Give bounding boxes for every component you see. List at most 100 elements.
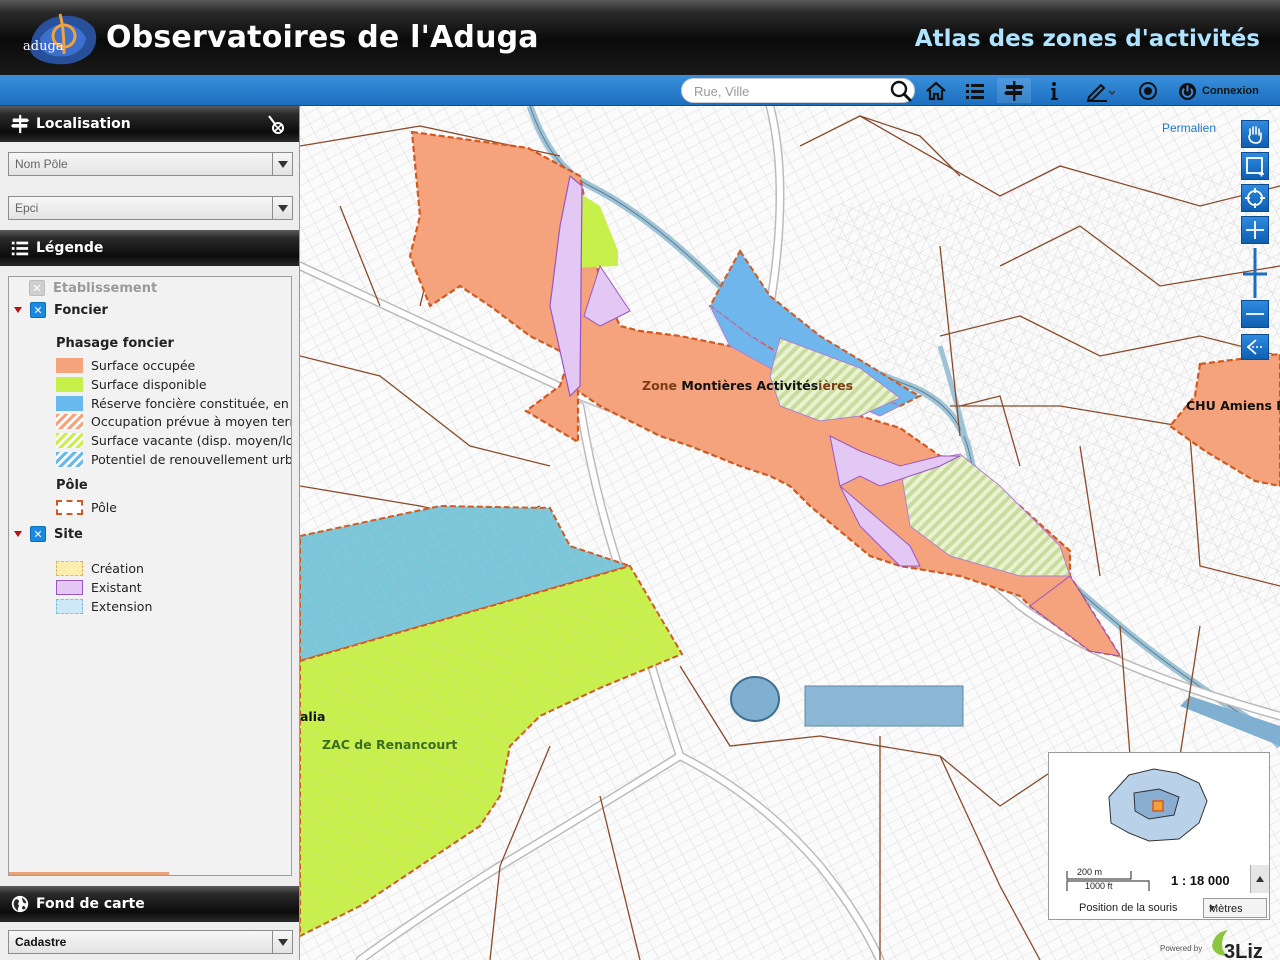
search-input[interactable] — [694, 83, 884, 100]
group-checkbox[interactable]: ✕ — [30, 302, 46, 318]
previous-extent-button[interactable] — [1241, 334, 1269, 360]
home-button[interactable] — [919, 78, 953, 103]
minus-icon — [1246, 313, 1264, 315]
legend-heading: Pôle — [56, 477, 88, 493]
group-site[interactable]: ✕ Site — [14, 524, 83, 544]
swatch-creation — [56, 560, 83, 576]
overview-thumbnail — [1108, 768, 1208, 842]
legend-item: Potentiel de renouvellement urbain — [56, 449, 291, 469]
locate-button[interactable] — [997, 78, 1031, 103]
search-icon[interactable] — [890, 80, 912, 102]
epci-select-value: Epci — [15, 201, 39, 215]
chevron-down-icon — [272, 153, 292, 175]
swatch-hatched-occupied — [56, 413, 83, 429]
layer-etablissement[interactable]: ✕ Etablissement — [29, 278, 157, 298]
zoom-extent-button[interactable] — [1241, 184, 1269, 212]
login-button[interactable]: Connexion — [1178, 81, 1259, 101]
app-title: Observatoires de l'Aduga — [106, 20, 539, 55]
basemap-select-value: Cadastre — [15, 935, 67, 949]
legend-header[interactable]: Légende — [0, 230, 299, 266]
swatch-extension — [56, 598, 83, 614]
basemap-header[interactable]: Fond de carte — [0, 886, 299, 922]
layers-list-icon — [966, 83, 984, 99]
basemap-title: Fond de carte — [36, 896, 145, 912]
group-foncier[interactable]: ✕ Foncier — [14, 300, 108, 320]
chevron-down-icon — [272, 931, 292, 953]
swatch-existant — [56, 579, 83, 595]
login-label: Connexion — [1202, 85, 1259, 97]
scale-ratio: 1 : 18 000 — [1171, 873, 1230, 888]
signpost-icon — [1004, 80, 1024, 101]
legend-item: Extension — [56, 596, 152, 616]
scale-toggle[interactable] — [1250, 865, 1269, 893]
zoom-box-button[interactable] — [1241, 152, 1269, 180]
zoom-box-icon — [1246, 157, 1264, 177]
legend-item: Pôle — [56, 497, 117, 517]
toolbar: Connexion — [0, 75, 1280, 106]
legend-tree: ✕ Etablissement ✕ Foncier Phasage foncie… — [8, 276, 292, 876]
mouse-position-label: Position de la souris — [1079, 902, 1178, 914]
swatch-pole — [56, 499, 83, 515]
pan-button[interactable] — [1241, 120, 1269, 148]
legend-item: Surface occupée — [56, 355, 195, 375]
hand-icon — [1248, 126, 1262, 144]
layer-checkbox[interactable]: ✕ — [29, 280, 45, 296]
3liz-logo: 3Liz — [1212, 930, 1263, 960]
permalink-link[interactable]: Permalien — [1162, 121, 1216, 135]
zoom-out-button[interactable] — [1241, 300, 1269, 328]
localisation-header[interactable]: Localisation — [0, 106, 299, 142]
collapse-icon[interactable] — [14, 307, 22, 313]
swatch-hatched-vacant — [56, 432, 83, 448]
info-button[interactable] — [1037, 78, 1071, 103]
map-canvas[interactable]: Zone Montières Activitésières CHU Amiens… — [300, 106, 1280, 960]
chevron-down-icon — [1209, 906, 1215, 911]
powered-by-3liz[interactable]: Powered by 3Liz — [1158, 926, 1280, 960]
collapse-icon[interactable] — [14, 531, 22, 537]
geolocate-button[interactable] — [1131, 78, 1165, 103]
clear-location-icon[interactable] — [265, 114, 287, 136]
overview-map[interactable]: 200 m 1000 ft 1 : 18 000 Position de la … — [1048, 752, 1270, 920]
localisation-title: Localisation — [36, 116, 131, 132]
globe-icon — [11, 895, 29, 913]
app-header: aduga Observatoires de l'Aduga Atlas des… — [0, 0, 1280, 75]
zone-label-chu: CHU Amiens P — [1186, 398, 1280, 413]
side-panel: Localisation Nom Pôle Epci Légende ✕ Eta… — [0, 106, 300, 960]
zone-label-italia: alia — [300, 709, 326, 724]
edition-button[interactable] — [1078, 78, 1122, 103]
basemap-select[interactable]: Cadastre — [8, 930, 293, 954]
plus-icon — [1246, 221, 1264, 239]
search-box — [681, 78, 915, 103]
chevron-up-icon — [1256, 876, 1264, 882]
swatch-reserve — [56, 395, 83, 411]
aduga-logo: aduga — [23, 13, 97, 65]
units-select[interactable]: Mètres — [1203, 898, 1267, 918]
legend-horizontal-scrollbar[interactable] — [9, 872, 169, 875]
legend-heading: Phasage foncier — [56, 335, 174, 351]
pole-select[interactable]: Nom Pôle — [8, 152, 293, 176]
legend-item: Réserve foncière constituée, en pro — [56, 393, 291, 413]
zoom-in-button[interactable] — [1241, 216, 1269, 244]
svg-text:aduga: aduga — [23, 39, 64, 54]
home-icon — [926, 81, 946, 100]
zoom-slider[interactable] — [1241, 248, 1269, 298]
layers-list-button[interactable] — [958, 78, 992, 103]
legend-item: Surface vacante (disp. moyen/long — [56, 430, 291, 450]
zone-label: Zone Montières Activitésières — [642, 378, 854, 393]
swatch-occupied — [56, 357, 83, 373]
crosshair-icon — [1245, 188, 1265, 208]
edit-icon — [1086, 83, 1115, 102]
info-icon — [1051, 81, 1058, 100]
legend-item: Occupation prévue à moyen terme — [56, 411, 291, 431]
scale-imperial: 1000 ft — [1085, 881, 1113, 891]
powered-by-label: Powered by — [1160, 944, 1203, 953]
group-checkbox[interactable]: ✕ — [30, 526, 46, 542]
zone-label-zac: ZAC de Renancourt — [322, 737, 458, 752]
power-icon — [1178, 82, 1197, 100]
epci-select[interactable]: Epci — [8, 196, 293, 220]
legend-item: Création — [56, 558, 144, 578]
swatch-hatched-renewal — [56, 451, 83, 467]
legend-item: Existant — [56, 577, 142, 597]
arrow-left-icon — [1246, 339, 1264, 355]
legend-title: Légende — [36, 240, 104, 256]
signpost-icon — [10, 114, 30, 134]
